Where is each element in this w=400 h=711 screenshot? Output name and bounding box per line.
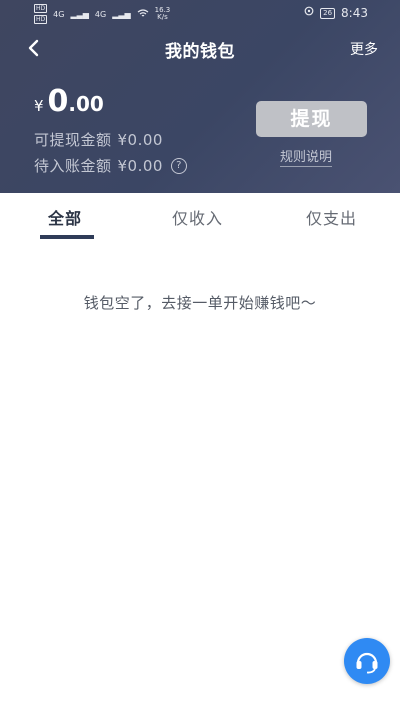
withdrawable-value: ¥0.00: [117, 130, 163, 149]
pending-row: 待入账金额 ¥0.00 ?: [34, 155, 187, 176]
status-right: 26 8:43: [304, 6, 368, 20]
more-button[interactable]: 更多: [350, 39, 378, 59]
empty-state-message: 钱包空了，去接一单开始赚钱吧～: [83, 294, 317, 312]
withdrawable-row: 可提现金额 ¥0.00: [34, 129, 163, 150]
rules-link[interactable]: 规则说明: [280, 146, 333, 167]
signal-bars-icon: ▂▃▅: [70, 9, 89, 19]
network-badge-1: HD: [34, 4, 48, 13]
headset-icon: [353, 647, 381, 679]
balance-integer: 0: [47, 84, 69, 119]
customer-service-button[interactable]: [344, 638, 390, 684]
pending-label: 待入账金额: [34, 157, 112, 175]
tab-income[interactable]: 仅收入: [172, 205, 223, 229]
signal-2: 4G: [94, 9, 107, 19]
page-title: 我的钱包: [165, 42, 235, 62]
clock: 8:43: [341, 6, 368, 20]
balance-display: ¥ 0 .00: [34, 84, 104, 119]
filter-tabs: 全部 仅收入 仅支出: [0, 193, 400, 241]
wifi-icon: [137, 8, 149, 20]
tab-indicator: [40, 235, 94, 239]
battery-icon: 26: [320, 7, 336, 19]
wallet-header: HD HD 4G ▂▃▅ 4G ▂▃▅ 16.3 K/s 26 8:43 我的钱…: [0, 0, 400, 193]
tab-expense[interactable]: 仅支出: [306, 205, 357, 229]
signal-bars-icon: ▂▃▅: [112, 9, 131, 19]
currency-symbol: ¥: [34, 97, 44, 115]
network-speed: 16.3 K/s: [155, 7, 171, 21]
network-badge-2: HD: [34, 15, 48, 24]
signal-1: 4G: [53, 9, 65, 19]
question-circle-icon[interactable]: ?: [170, 157, 187, 174]
tab-all[interactable]: 全部: [48, 205, 82, 229]
withdraw-button[interactable]: 提现: [256, 101, 367, 137]
navbar: 我的钱包 更多: [0, 30, 400, 66]
status-left: HD HD 4G ▂▃▅ 4G ▂▃▅ 16.3 K/s: [34, 4, 170, 24]
pending-value: ¥0.00: [117, 156, 163, 175]
status-bar: HD HD 4G ▂▃▅ 4G ▂▃▅ 16.3 K/s 26 8:43: [0, 0, 400, 26]
balance-decimal: .00: [68, 92, 104, 116]
speed-unit: K/s: [157, 13, 168, 21]
withdrawable-label: 可提现金额: [34, 131, 112, 149]
location-icon: [304, 6, 314, 20]
